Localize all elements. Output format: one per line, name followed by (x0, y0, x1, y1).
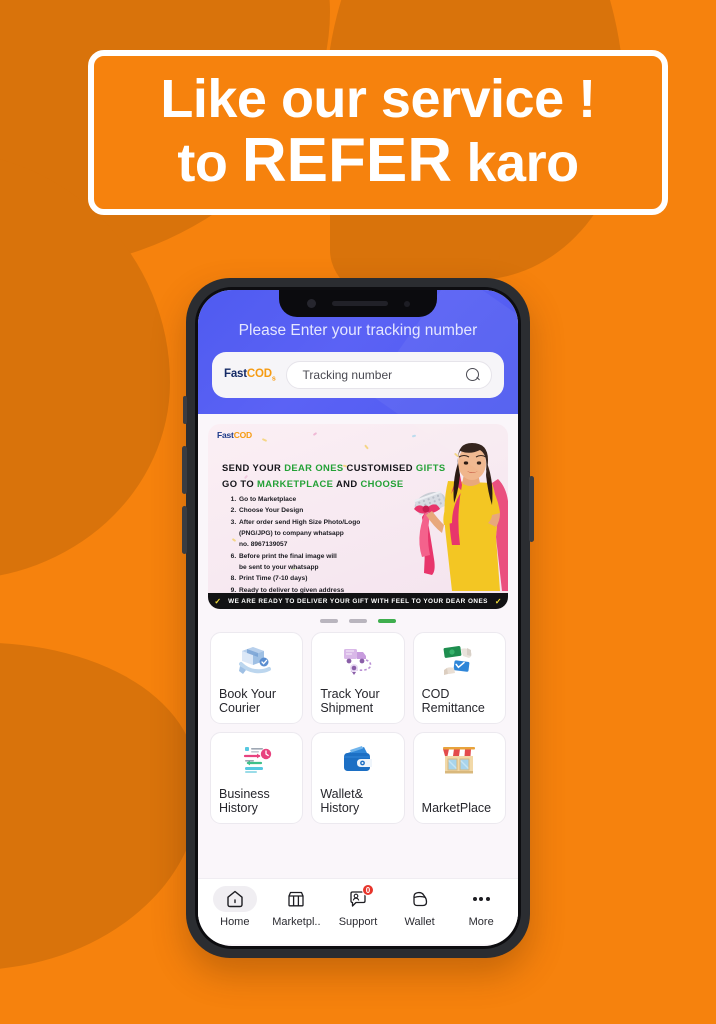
wallet-nav-icon (412, 891, 427, 907)
service-tile-cod-remittance[interactable]: COD Remittance (412, 632, 506, 724)
phone-volume-up-button (182, 446, 187, 494)
promo-step: Before print the final image will (238, 551, 360, 562)
phone-power-button (529, 476, 534, 542)
store-icon-wrap (274, 886, 318, 912)
promo-h1-a: SEND YOUR (222, 462, 285, 473)
wallet-icon (320, 742, 395, 778)
front-camera-icon (306, 299, 316, 308)
headline-line-1: Like our service ! (160, 69, 596, 130)
support-icon-wrap: 0 (336, 884, 380, 912)
carousel-dot-2[interactable] (349, 619, 367, 623)
promo-step: Go to Marketplace (238, 494, 360, 505)
bottom-navigation-bar: Home Marketpl.. 0 Support Wallet More (198, 878, 518, 944)
service-tile-label: Wallet& History (320, 786, 363, 816)
promo-step-continuation: (PNG/JPG) to company whatsapp (239, 529, 344, 537)
service-tile-marketplace[interactable]: MarketPlace (412, 732, 506, 824)
tracking-input-placeholder: Tracking number (302, 368, 393, 382)
promo-step: After order send High Size Photo/Logo (238, 517, 360, 528)
check-icon: ✓ (494, 596, 502, 606)
cash-exchange-icon (422, 642, 497, 678)
promo-steps-list: Go to Marketplace Choose Your Design Aft… (230, 494, 360, 596)
service-tile-wallet-history[interactable]: Wallet& History (311, 732, 405, 824)
storefront-icon (422, 742, 497, 778)
nav-label: More (468, 916, 494, 928)
promo-step: Print Time (7-10 days) (238, 573, 360, 584)
services-grid: Book Your Courier Track Your Shipment CO… (208, 632, 508, 824)
service-tile-label: Business History (219, 786, 270, 816)
nav-label: Marketpl.. (272, 916, 321, 928)
logo-subscript: s (271, 375, 276, 383)
promo-step-continuation: no. 8967139057 (239, 541, 288, 549)
proximity-sensor-icon (403, 300, 410, 307)
promo-h2-highlight-1: MARKETPLACE (257, 477, 334, 489)
phone-bezel: Please Enter your tracking number FastCO… (195, 287, 521, 949)
search-icon[interactable] (466, 367, 481, 383)
promo-carousel-slide[interactable]: FastCOD SEND YOUR DEAR ONES CUSTOMISED G… (208, 424, 508, 609)
headline-emphasis: REFER (241, 126, 453, 196)
headline-prefix: to (177, 133, 242, 194)
phone-mockup: Please Enter your tracking number FastCO… (182, 278, 534, 958)
nav-item-support[interactable]: 0 Support (327, 884, 389, 928)
promo-fastcod-logo: FastCOD (217, 430, 252, 440)
store-icon (288, 891, 305, 907)
logo-text-fast: Fast (224, 367, 247, 380)
nav-item-more[interactable]: More (450, 886, 512, 928)
phone-silent-switch (183, 396, 187, 424)
home-icon (227, 890, 243, 908)
carousel-dot-3[interactable] (378, 619, 396, 623)
earpiece-speaker (331, 301, 388, 306)
service-tile-label: Book Your Courier (219, 686, 276, 716)
fastcod-logo: FastCODs (224, 368, 276, 382)
app-body: FastCOD SEND YOUR DEAR ONES CUSTOMISED G… (198, 414, 518, 944)
nav-label: Support (338, 916, 378, 928)
nav-label: Home (220, 916, 250, 928)
service-tile-business-history[interactable]: Business History (210, 732, 304, 824)
logo-text-cod: COD (246, 367, 272, 380)
check-icon: ✓ (214, 596, 222, 606)
header-prompt-text: Please Enter your tracking number (238, 322, 478, 339)
nav-item-wallet[interactable]: Wallet (389, 886, 451, 928)
promo-model-photo (414, 443, 508, 591)
carousel-pagination (208, 609, 508, 632)
service-tile-label: COD Remittance (421, 686, 485, 716)
promo-h2-a: GO TO (222, 477, 258, 489)
home-icon-wrap (212, 886, 257, 912)
promo-headline-plaque: Like our service ! to REFER karo (88, 50, 668, 215)
nav-item-home[interactable]: Home (204, 886, 266, 928)
service-tile-label: MarketPlace (421, 801, 492, 816)
support-badge: 0 (361, 884, 374, 896)
headline-suffix: karo (452, 133, 580, 194)
promo-logo-cod: COD (233, 430, 253, 440)
tracking-number-input[interactable]: Tracking number (285, 361, 492, 389)
nav-item-marketplace[interactable]: Marketpl.. (266, 886, 328, 928)
hand-parcel-icon (219, 642, 294, 678)
poster-canvas: Like our service ! to REFER karo Please … (0, 0, 716, 1024)
transfer-history-icon (219, 742, 294, 778)
delivery-truck-route-icon (320, 642, 395, 678)
more-icon-wrap (459, 886, 503, 912)
phone-notch (279, 290, 437, 317)
service-tile-book-your-courier[interactable]: Book Your Courier (210, 632, 304, 724)
service-tile-track-your-shipment[interactable]: Track Your Shipment (311, 632, 405, 724)
more-dots-icon (472, 897, 490, 901)
wallet-icon-wrap (398, 886, 442, 912)
tracking-search-bar: FastCODs Tracking number (212, 352, 504, 398)
promo-footer-text: WE ARE READY TO DELIVER YOUR GIFT WITH F… (228, 597, 488, 605)
phone-screen: Please Enter your tracking number FastCO… (198, 290, 518, 946)
promo-step-continuation: be sent to your whatsapp (239, 563, 319, 571)
promo-logo-fast: Fast (217, 430, 234, 440)
promo-step: Choose Your Design (238, 505, 360, 516)
headline-line-2: to REFER karo (177, 126, 580, 196)
service-tile-label: Track Your Shipment (320, 686, 380, 716)
promo-footer-strip: ✓ WE ARE READY TO DELIVER YOUR GIFT WITH… (208, 593, 508, 609)
phone-volume-down-button (182, 506, 187, 554)
carousel-dot-1[interactable] (320, 619, 338, 623)
nav-label: Wallet (404, 916, 435, 928)
promo-h1-highlight-1: DEAR ONES (284, 462, 344, 473)
promo-h2-b: AND (333, 477, 361, 489)
